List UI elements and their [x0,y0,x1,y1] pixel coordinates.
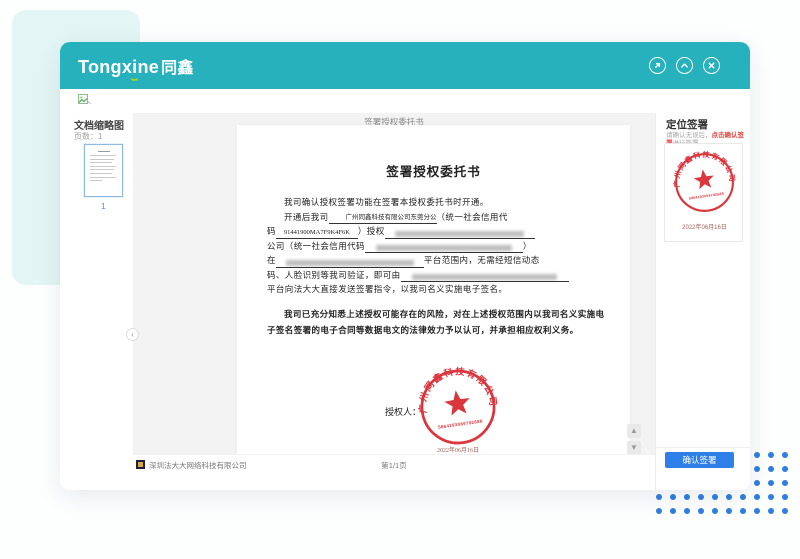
paragraph-risk: 我司已充分知悉上述授权可能存在的风险，对在上述授权范围内以我司名义实施电子签名签… [267,306,608,338]
thumbnail-panel: 文档缩略图 页数：1 1 [60,113,133,490]
svg-text:5864183089792688: 5864183089792688 [689,192,725,201]
broken-image-icon [78,94,91,106]
redacted-authorized-code [365,242,523,253]
screen: Tongxine同鑫 文档缩略图 页数：1 [0,0,800,559]
logo-smile-decoration [129,75,140,81]
close-button[interactable] [703,57,720,74]
app-window: Tongxine同鑫 文档缩略图 页数：1 [60,42,750,490]
expand-icon [653,61,662,70]
seal-star-icon [693,168,716,190]
line-platform: 在平台范围内，无需经短信动态 [267,253,608,268]
thumbnail-page-number: 1 [84,201,123,211]
thumbnail-panel-title: 文档缩略图 [74,117,124,132]
expand-button[interactable] [649,57,666,74]
sign-panel-title: 定位签署 [666,117,708,132]
seal-preview-stamp: 广州同鑫科技有限公司东莞分公司 5864183089792688 [669,147,740,218]
brand-name-cn: 同鑫 [161,60,194,77]
signer-label: 授权人： [385,405,421,418]
page-thumbnail[interactable] [84,144,123,197]
confirm-sign-button[interactable]: 确认签署 [665,452,734,468]
company-name-fill: 广州同鑫科技有限公司东莞分公司 [329,213,437,224]
panel-divider [656,447,750,448]
document-viewer: 签署授权委托书 ‹ 签署授权委托书 我司确认授权签署功能在签署本授权委托书时开通… [133,113,655,454]
brand-name: Tongxine [78,57,159,77]
line-final: 平台向法大大直接发送签署指令，以我司名义实施电子签名。 [267,282,608,297]
chevron-up-icon [680,61,689,70]
line-company: 开通后我司广州同鑫科技有限公司东莞分公司（统一社会信用代 [267,210,608,225]
document-body: 我司确认授权签署功能在签署本授权委托书时开通。 开通后我司广州同鑫科技有限公司东… [267,195,608,297]
viewer-footer-bar: 深圳法大大网络科技有限公司 第1/1页 [133,454,655,490]
line-authorized: 公司（统一社会信用代码） [267,239,608,254]
line-credit-code: 码91441900MA7F9K4F6K）授权 [267,224,608,239]
page-up-button[interactable]: ▲ [627,424,641,438]
close-icon [707,61,716,70]
document-page: 签署授权委托书 我司确认授权签署功能在签署本授权委托书时开通。 开通后我司广州同… [237,125,630,454]
toolbar-strip [60,89,750,113]
seal-star-icon [443,389,472,417]
minimize-button[interactable] [676,57,693,74]
redacted-platform-name [276,257,424,268]
page-nav-buttons: ▲ ▼ [627,424,641,458]
collapse-sidebar-handle[interactable]: ‹ [126,328,139,341]
seal-date: 2022年06月16日 [408,445,508,454]
brand-logo: Tongxine同鑫 [78,54,194,78]
svg-text:5864183089792688: 5864183089792688 [438,419,483,430]
paragraph-intro: 我司确认授权签署功能在签署本授权委托书时开通。 [267,195,608,210]
seal-preview-date: 2022年06月16日 [665,222,744,231]
document-title: 签署授权委托书 [237,161,630,180]
redacted-authorized-name [385,228,535,239]
sign-panel: 定位签署 请确认无误后，点击确认签署进行签署 广州同鑫科技有限公司东莞分公司 5… [655,113,750,490]
title-bar: Tongxine同鑫 [60,42,750,89]
seal-preview-card[interactable]: 广州同鑫科技有限公司东莞分公司 5864183089792688 2022年06… [664,143,743,242]
page-indicator: 第1/1页 [133,460,655,471]
redacted-platform-name-2 [401,271,569,282]
page-down-button[interactable]: ▼ [627,441,641,455]
line-verify: 码、人脸识别等我司验证，即可由 [267,268,608,283]
credit-code-fill: 91441900MA7F9K4F6K [276,228,358,239]
page-count-label: 页数：1 [74,131,102,142]
company-seal-stamp[interactable]: 广州同鑫科技有限公司东莞分公司 5864183089792688 [413,362,503,452]
